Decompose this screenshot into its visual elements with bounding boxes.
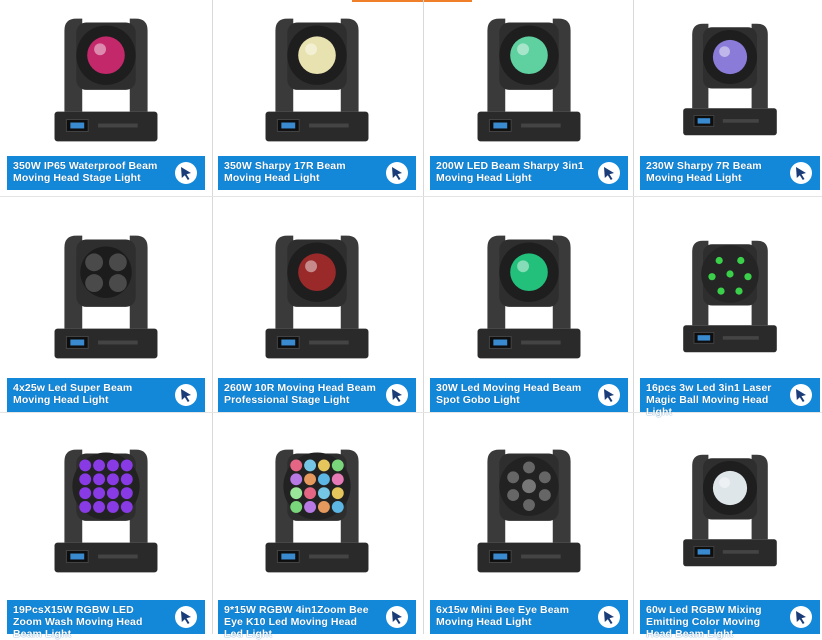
product-card[interactable]: 350W IP65 Waterproof Beam Moving Head St… [7, 0, 205, 190]
product-image[interactable] [430, 416, 628, 596]
product-title: 60w Led RGBW Mixing Emitting Color Movin… [646, 604, 762, 640]
product-title-link[interactable]: 60w Led RGBW Mixing Emitting Color Movin… [640, 600, 820, 640]
cursor-arrow-icon[interactable] [386, 384, 408, 406]
product-title-link[interactable]: 16pcs 3w Led 3in1 Laser Magic Ball Movin… [640, 378, 820, 418]
product-title: 30W Led Moving Head Beam Spot Gobo Light [436, 382, 582, 406]
product-image[interactable] [218, 0, 416, 150]
product-card[interactable]: 350W Sharpy 17R Beam Moving Head Light [218, 0, 416, 190]
product-title: 4x25w Led Super Beam Moving Head Light [13, 382, 133, 406]
product-card[interactable]: 19PcsX15W RGBW LED Zoom Wash Moving Head… [7, 416, 205, 640]
cursor-arrow-icon[interactable] [175, 384, 197, 406]
product-title: 16pcs 3w Led 3in1 Laser Magic Ball Movin… [646, 382, 772, 418]
product-card[interactable]: 60w Led RGBW Mixing Emitting Color Movin… [640, 416, 820, 640]
product-image[interactable] [7, 0, 205, 150]
product-card[interactable]: 4x25w Led Super Beam Moving Head Light [7, 206, 205, 412]
product-image[interactable] [430, 206, 628, 378]
cursor-arrow-icon[interactable] [598, 162, 620, 184]
product-card[interactable]: 16pcs 3w Led 3in1 Laser Magic Ball Movin… [640, 206, 820, 418]
product-title: 230W Sharpy 7R Beam Moving Head Light [646, 160, 762, 184]
row-divider [0, 196, 822, 197]
product-title: 6x15w Mini Bee Eye Beam Moving Head Ligh… [436, 604, 570, 628]
product-title: 350W IP65 Waterproof Beam Moving Head St… [13, 160, 158, 184]
cursor-arrow-icon[interactable] [175, 606, 197, 628]
product-card[interactable]: 9*15W RGBW 4in1Zoom Bee Eye K10 Led Movi… [218, 416, 416, 640]
product-title: 19PcsX15W RGBW LED Zoom Wash Moving Head… [13, 604, 143, 640]
product-grid: 350W IP65 Waterproof Beam Moving Head St… [0, 0, 822, 640]
column-divider [423, 0, 424, 634]
product-card[interactable]: 260W 10R Moving Head Beam Professional S… [218, 206, 416, 412]
product-title-link[interactable]: 350W Sharpy 17R Beam Moving Head Light [218, 156, 416, 190]
cursor-arrow-icon[interactable] [790, 384, 812, 406]
product-title-link[interactable]: 19PcsX15W RGBW LED Zoom Wash Moving Head… [7, 600, 205, 640]
product-title-link[interactable]: 230W Sharpy 7R Beam Moving Head Light [640, 156, 820, 190]
product-title-link[interactable]: 4x25w Led Super Beam Moving Head Light [7, 378, 205, 412]
product-title-link[interactable]: 350W IP65 Waterproof Beam Moving Head St… [7, 156, 205, 190]
cursor-arrow-icon[interactable] [175, 162, 197, 184]
cursor-arrow-icon[interactable] [386, 606, 408, 628]
product-image[interactable] [218, 206, 416, 378]
product-title: 260W 10R Moving Head Beam Professional S… [224, 382, 376, 406]
column-divider [633, 0, 634, 634]
product-card[interactable]: 230W Sharpy 7R Beam Moving Head Light [640, 0, 820, 190]
cursor-arrow-icon[interactable] [386, 162, 408, 184]
column-divider [212, 0, 213, 634]
product-image[interactable] [430, 0, 628, 150]
product-image[interactable] [640, 206, 820, 378]
product-title-link[interactable]: 260W 10R Moving Head Beam Professional S… [218, 378, 416, 412]
product-image[interactable] [640, 416, 820, 596]
product-image[interactable] [7, 206, 205, 378]
product-image[interactable] [7, 416, 205, 596]
product-title-link[interactable]: 30W Led Moving Head Beam Spot Gobo Light [430, 378, 628, 412]
product-card[interactable]: 6x15w Mini Bee Eye Beam Moving Head Ligh… [430, 416, 628, 634]
cursor-arrow-icon[interactable] [598, 384, 620, 406]
product-title: 200W LED Beam Sharpy 3in1 Moving Head Li… [436, 160, 584, 184]
product-title-link[interactable]: 9*15W RGBW 4in1Zoom Bee Eye K10 Led Movi… [218, 600, 416, 640]
product-card[interactable]: 30W Led Moving Head Beam Spot Gobo Light [430, 206, 628, 412]
product-title: 350W Sharpy 17R Beam Moving Head Light [224, 160, 346, 184]
product-title-link[interactable]: 200W LED Beam Sharpy 3in1 Moving Head Li… [430, 156, 628, 190]
cursor-arrow-icon[interactable] [598, 606, 620, 628]
cursor-arrow-icon[interactable] [790, 162, 812, 184]
product-title: 9*15W RGBW 4in1Zoom Bee Eye K10 Led Movi… [224, 604, 369, 640]
cursor-arrow-icon[interactable] [790, 606, 812, 628]
product-card[interactable]: 200W LED Beam Sharpy 3in1 Moving Head Li… [430, 0, 628, 190]
product-image[interactable] [640, 0, 820, 150]
product-title-link[interactable]: 6x15w Mini Bee Eye Beam Moving Head Ligh… [430, 600, 628, 634]
product-image[interactable] [218, 416, 416, 596]
